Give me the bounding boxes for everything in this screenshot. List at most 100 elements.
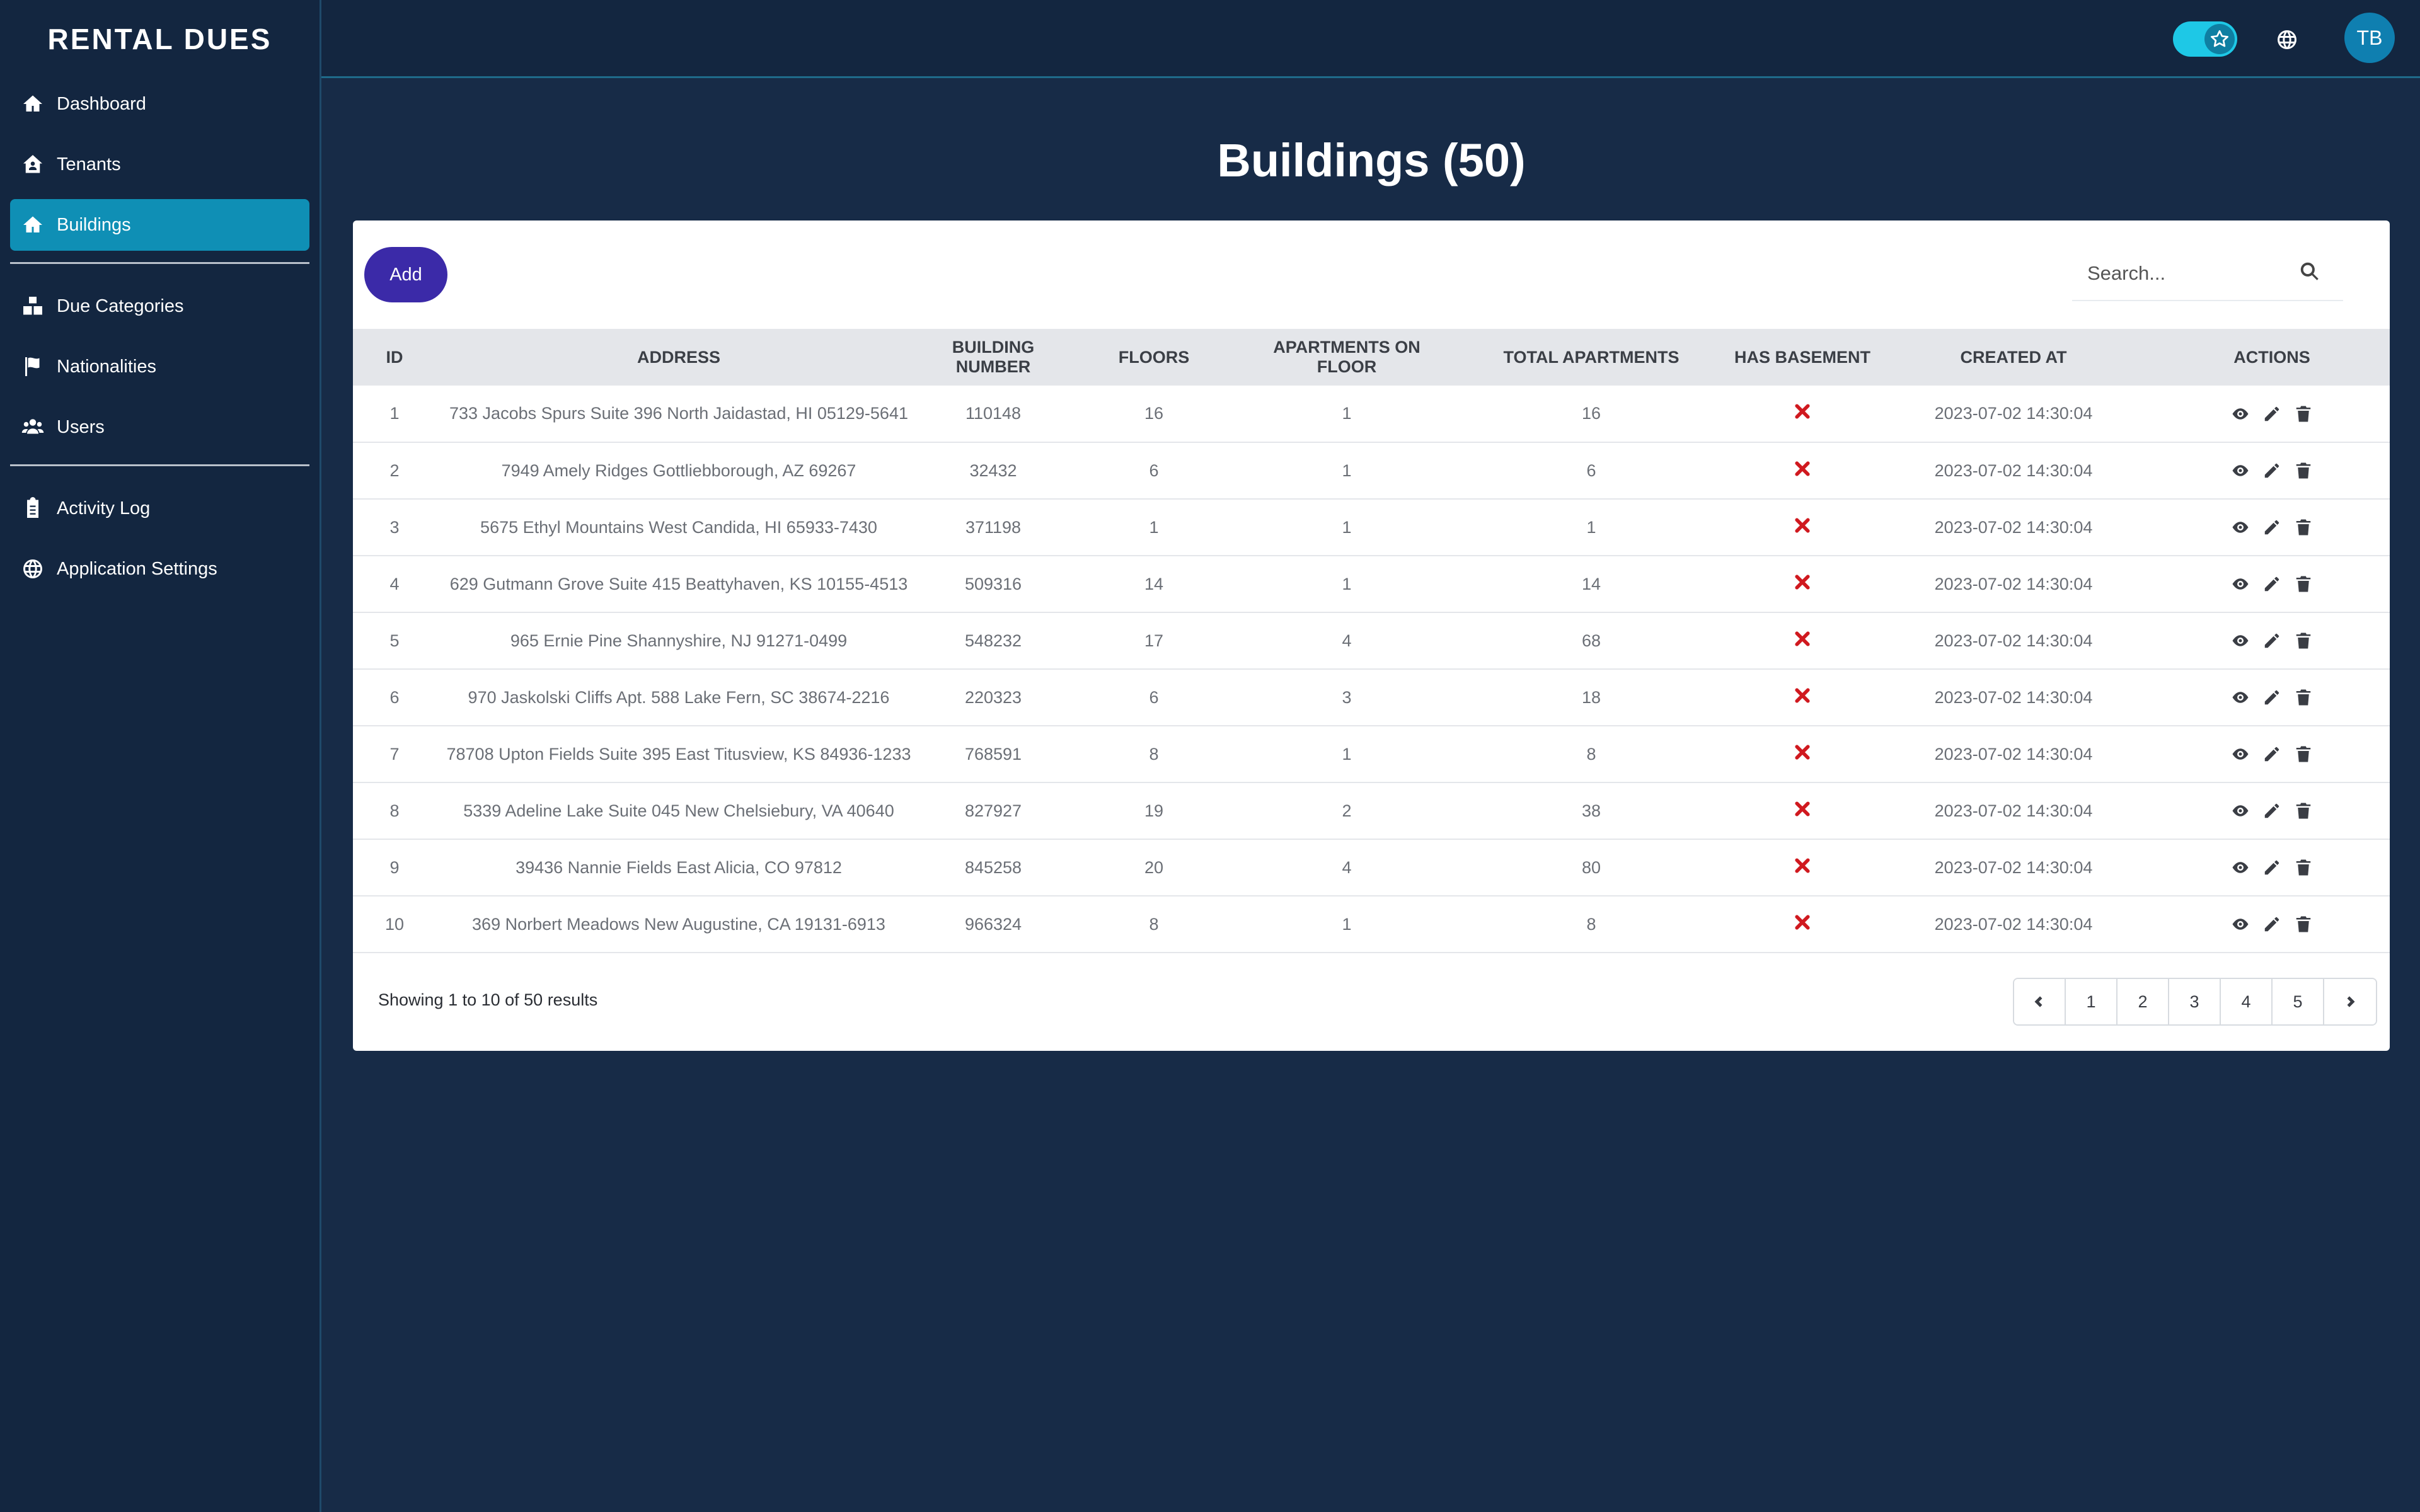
page-button-4[interactable]: 4 <box>2221 979 2273 1024</box>
delete-trash-icon[interactable] <box>2292 403 2315 425</box>
search-input[interactable] <box>2072 246 2299 301</box>
results-summary: Showing 1 to 10 of 50 results <box>378 990 598 1009</box>
column-header-address[interactable]: ADDRESS <box>436 329 921 386</box>
edit-pencil-icon[interactable] <box>2261 799 2283 822</box>
page-button-1[interactable]: 1 <box>2066 979 2118 1024</box>
edit-pencil-icon[interactable] <box>2261 459 2283 482</box>
avatar[interactable]: TB <box>2344 13 2395 63</box>
table-row[interactable]: 4 629 Gutmann Grove Suite 415 Beattyhaven… <box>353 556 2390 612</box>
theme-toggle[interactable] <box>2173 21 2237 57</box>
sidebar-nav: Dashboard Tenants Buildings Due Categori… <box>0 78 320 595</box>
cell-apartments-on-floor: 1 <box>1342 517 1352 537</box>
delete-trash-icon[interactable] <box>2292 459 2315 482</box>
next-page-button[interactable] <box>2324 979 2376 1024</box>
table-row[interactable]: 8 5339 Adeline Lake Suite 045 New Chelsie… <box>353 782 2390 839</box>
column-header-building-number[interactable]: BUILDING NUMBER <box>921 329 1065 386</box>
cell-address: 7949 Amely Ridges Gottliebborough, AZ 69… <box>501 461 856 480</box>
table-header-row: ID ADDRESS BUILDING NUMBER FLOORS APARTM… <box>353 329 2390 386</box>
table-row[interactable]: 7 78708 Upton Fields Suite 395 East Titus… <box>353 726 2390 782</box>
view-eye-icon[interactable] <box>2229 686 2252 709</box>
search-icon[interactable] <box>2298 260 2325 287</box>
edit-pencil-icon[interactable] <box>2261 629 2283 652</box>
column-header-apartments-on-floor[interactable]: APARTMENTS ON FLOOR <box>1243 329 1451 386</box>
cell-floors: 8 <box>1149 744 1159 764</box>
view-eye-icon[interactable] <box>2229 629 2252 652</box>
prev-page-button[interactable] <box>2014 979 2066 1024</box>
cell-building-number: 966324 <box>964 914 1022 934</box>
page-button-2[interactable]: 2 <box>2118 979 2169 1024</box>
cell-apartments-on-floor: 1 <box>1342 914 1352 934</box>
view-eye-icon[interactable] <box>2229 459 2252 482</box>
edit-pencil-icon[interactable] <box>2261 403 2283 425</box>
edit-pencil-icon[interactable] <box>2261 573 2283 595</box>
delete-trash-icon[interactable] <box>2292 799 2315 822</box>
cell-id: 8 <box>389 801 400 820</box>
cell-actions <box>2154 669 2390 726</box>
edit-pencil-icon[interactable] <box>2261 516 2283 539</box>
sidebar-item-label: Nationalities <box>57 356 156 377</box>
sidebar-item-nationalities[interactable]: Nationalities <box>10 341 309 392</box>
column-header-id[interactable]: ID <box>353 329 436 386</box>
nav-divider <box>10 262 309 264</box>
edit-pencil-icon[interactable] <box>2261 913 2283 936</box>
chevron-left-icon <box>2034 996 2043 1007</box>
sidebar-item-tenants[interactable]: Tenants <box>10 139 309 190</box>
sidebar-item-due-categories[interactable]: Due Categories <box>10 280 309 332</box>
table-row[interactable]: 9 39436 Nannie Fields East Alicia, CO 978… <box>353 839 2390 896</box>
sidebar-item-application-settings[interactable]: Application Settings <box>10 543 309 595</box>
column-header-has-basement[interactable]: HAS BASEMENT <box>1732 329 1873 386</box>
view-eye-icon[interactable] <box>2229 856 2252 879</box>
sidebar-item-buildings[interactable]: Buildings <box>10 199 309 251</box>
cell-created-at: 2023-07-02 14:30:04 <box>1934 687 2093 707</box>
column-header-total-apartments[interactable]: TOTAL APARTMENTS <box>1451 329 1732 386</box>
brand-logo[interactable]: RENTAL DUES <box>0 0 320 78</box>
view-eye-icon[interactable] <box>2229 516 2252 539</box>
edit-pencil-icon[interactable] <box>2261 743 2283 765</box>
cell-building-number: 220323 <box>964 687 1022 707</box>
sidebar-item-label: Activity Log <box>57 498 151 518</box>
page-title: Buildings (50) <box>1217 134 1526 186</box>
cell-actions <box>2154 386 2390 442</box>
table-row[interactable]: 3 5675 Ethyl Mountains West Candida, HI 6… <box>353 499 2390 556</box>
page-button-3[interactable]: 3 <box>2169 979 2221 1024</box>
delete-trash-icon[interactable] <box>2292 743 2315 765</box>
edit-pencil-icon[interactable] <box>2261 686 2283 709</box>
sidebar-item-activity-log[interactable]: Activity Log <box>10 483 309 534</box>
cell-id: 10 <box>384 914 405 934</box>
view-eye-icon[interactable] <box>2229 743 2252 765</box>
delete-trash-icon[interactable] <box>2292 629 2315 652</box>
delete-trash-icon[interactable] <box>2292 516 2315 539</box>
cell-building-number: 768591 <box>964 744 1022 764</box>
page-button-5[interactable]: 5 <box>2273 979 2324 1024</box>
clipboard-icon <box>20 496 45 521</box>
cell-created-at: 2023-07-02 14:30:04 <box>1934 517 2093 537</box>
buildings-card: Add ID ADDRESS BUILDING NUMBER FLOORS AP… <box>353 220 2390 1051</box>
cell-address: 39436 Nannie Fields East Alicia, CO 9781… <box>516 857 842 877</box>
delete-trash-icon[interactable] <box>2292 856 2315 879</box>
table-row[interactable]: 2 7949 Amely Ridges Gottliebborough, AZ 6… <box>353 442 2390 499</box>
cell-has-basement <box>1732 499 1873 556</box>
add-button[interactable]: Add <box>364 247 447 302</box>
view-eye-icon[interactable] <box>2229 573 2252 595</box>
delete-trash-icon[interactable] <box>2292 573 2315 595</box>
sidebar-item-dashboard[interactable]: Dashboard <box>10 78 309 130</box>
delete-trash-icon[interactable] <box>2292 686 2315 709</box>
cell-id: 4 <box>389 574 400 593</box>
view-eye-icon[interactable] <box>2229 913 2252 936</box>
column-header-created-at[interactable]: CREATED AT <box>1873 329 2154 386</box>
view-eye-icon[interactable] <box>2229 799 2252 822</box>
delete-trash-icon[interactable] <box>2292 913 2315 936</box>
table-row[interactable]: 1 733 Jacobs Spurs Suite 396 North Jaidas… <box>353 386 2390 442</box>
cell-actions <box>2154 726 2390 782</box>
sidebar-item-label: Due Categories <box>57 295 184 316</box>
sidebar-item-users[interactable]: Users <box>10 401 309 453</box>
table-row[interactable]: 5 965 Ernie Pine Shannyshire, NJ 91271-04… <box>353 612 2390 669</box>
cell-building-number: 371198 <box>965 517 1022 537</box>
language-globe-icon[interactable] <box>2271 24 2303 55</box>
table-row[interactable]: 6 970 Jaskolski Cliffs Apt. 588 Lake Fern… <box>353 669 2390 726</box>
table-body: 1 733 Jacobs Spurs Suite 396 North Jaidas… <box>353 386 2390 953</box>
view-eye-icon[interactable] <box>2229 403 2252 425</box>
edit-pencil-icon[interactable] <box>2261 856 2283 879</box>
column-header-floors[interactable]: FLOORS <box>1065 329 1243 386</box>
table-row[interactable]: 10 369 Norbert Meadows New Augustine, CA … <box>353 896 2390 953</box>
